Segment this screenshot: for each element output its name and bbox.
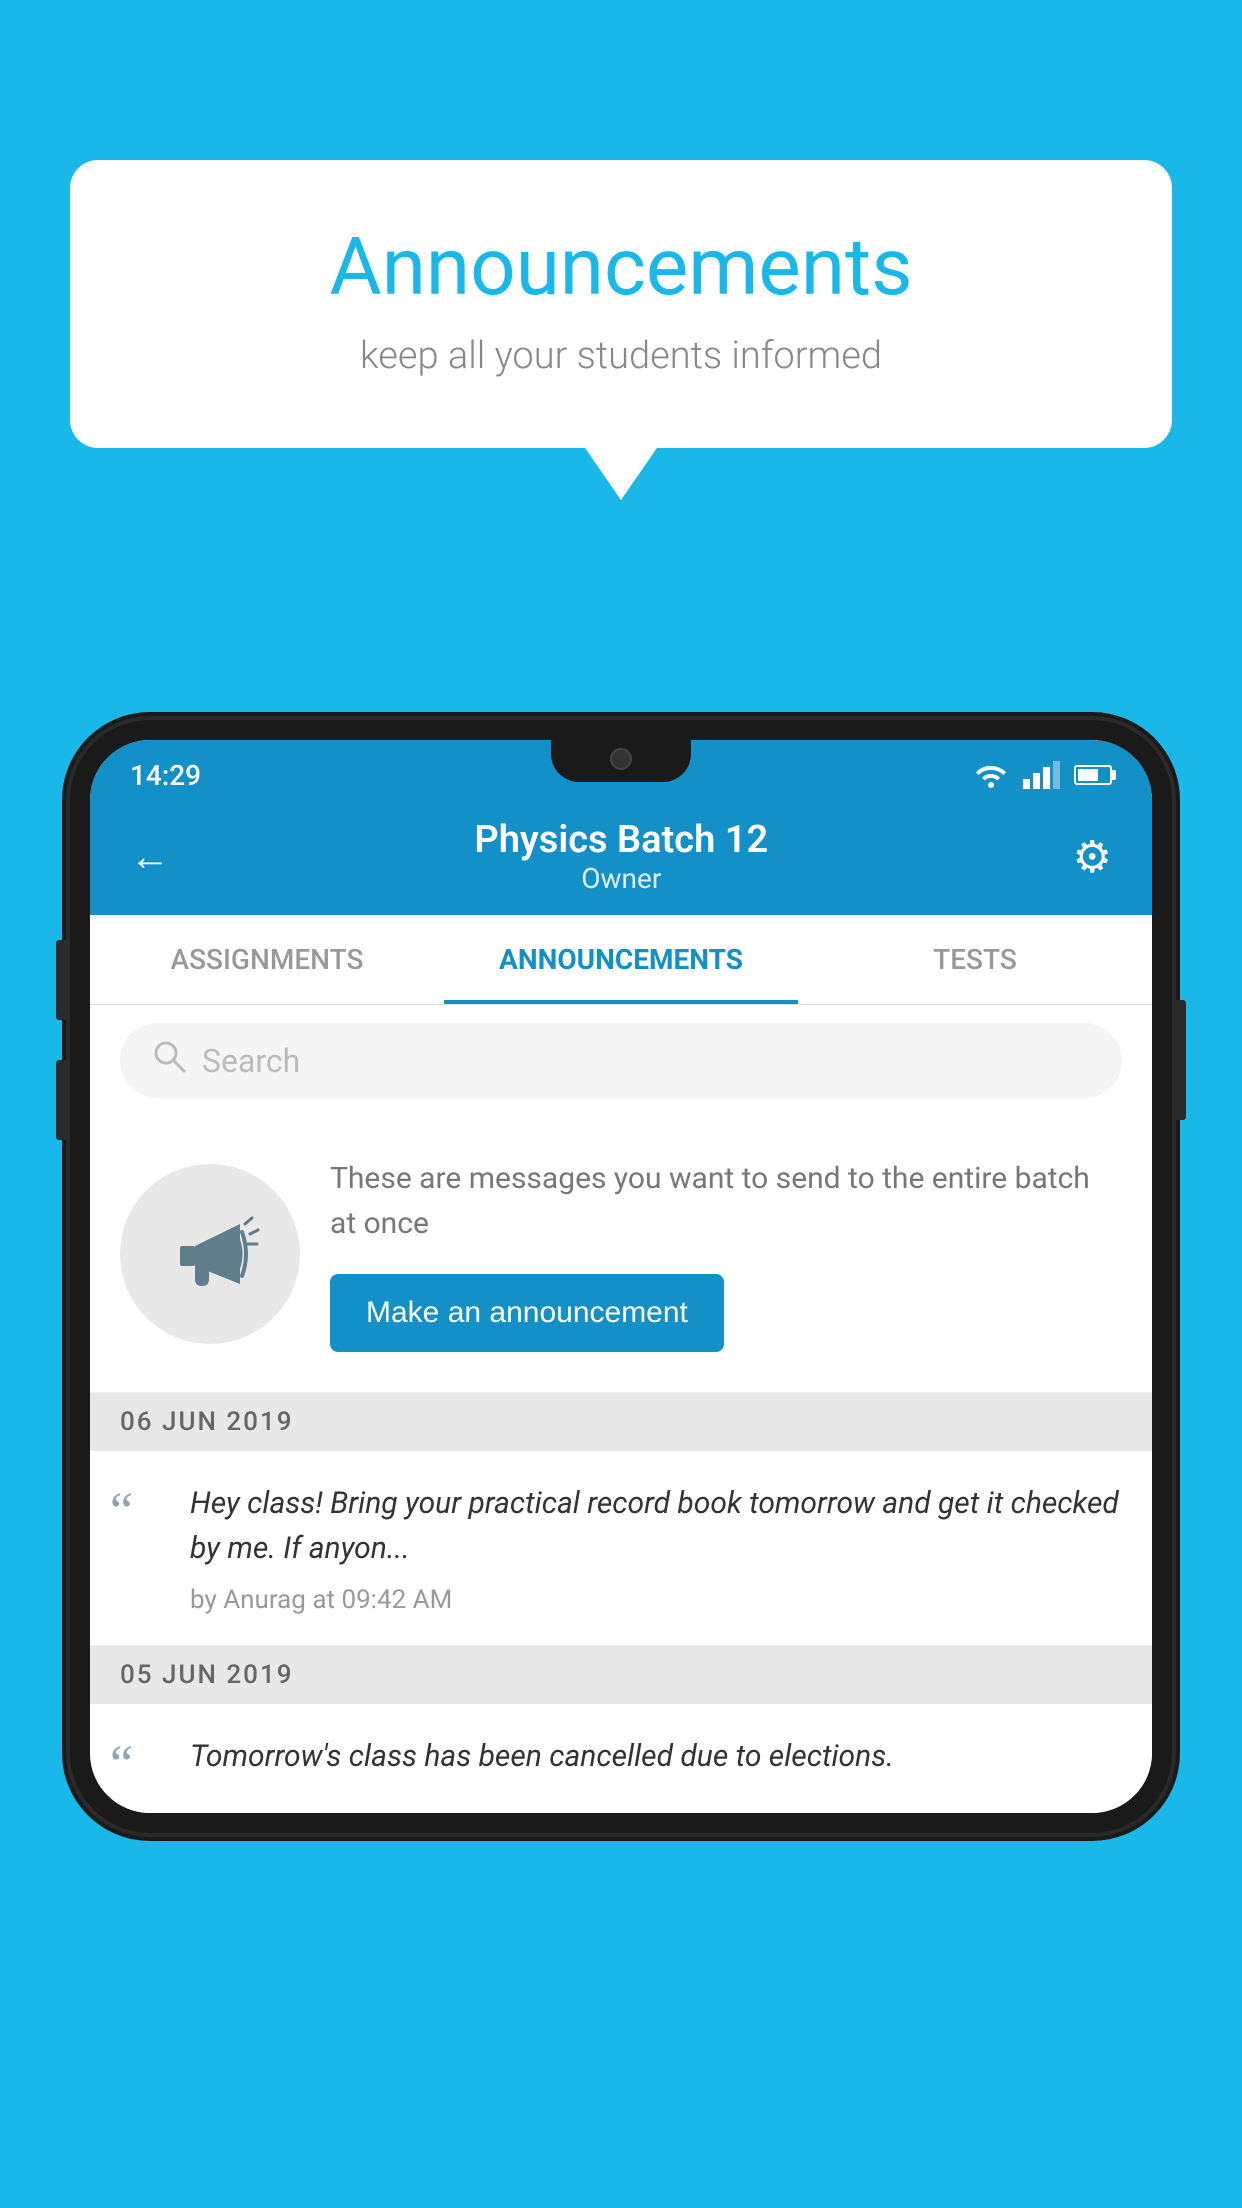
back-button[interactable]: ← [130,833,170,880]
search-placeholder-text: Search [202,1042,300,1080]
make-announcement-button[interactable]: Make an announcement [330,1274,724,1352]
search-container: Search [90,1005,1152,1116]
promo-icon-circle [120,1164,300,1344]
tab-bar: ASSIGNMENTS ANNOUNCEMENTS TESTS [90,915,1152,1005]
announcement-item-1[interactable]: “ Hey class! Bring your practical record… [90,1451,1152,1646]
wifi-icon [973,762,1009,788]
tab-announcements[interactable]: ANNOUNCEMENTS [444,915,798,1004]
phone-camera [610,748,632,770]
announcement-meta-1: by Anurag at 09:42 AM [190,1585,1122,1615]
phone-screen: 14:29 [90,740,1152,1813]
announcement-content-1: Hey class! Bring your practical record b… [190,1481,1122,1615]
promo-content: These are messages you want to send to t… [330,1156,1122,1352]
speech-bubble-container: Announcements keep all your students inf… [70,160,1172,448]
announcement-content-2: Tomorrow's class has been cancelled due … [190,1734,1122,1793]
quote-icon-1: “ [110,1486,170,1538]
header-title-container: Physics Batch 12 Owner [474,818,768,895]
battery-icon [1074,765,1112,785]
phone-mockup: 14:29 [70,720,1172,1833]
phone-button-right [1176,1000,1186,1120]
megaphone-icon [160,1204,260,1304]
status-icons [973,761,1112,789]
phone-notch [551,740,691,782]
announcement-text-1: Hey class! Bring your practical record b… [190,1481,1122,1571]
signal-bars-icon [1023,761,1060,789]
bubble-title: Announcements [150,220,1092,314]
promo-description: These are messages you want to send to t… [330,1156,1122,1246]
search-bar[interactable]: Search [120,1023,1122,1098]
speech-bubble: Announcements keep all your students inf… [70,160,1172,448]
status-time: 14:29 [130,759,201,792]
announcement-item-2[interactable]: “ Tomorrow's class has been cancelled du… [90,1704,1152,1813]
header-owner-label: Owner [474,862,768,895]
promo-area: These are messages you want to send to t… [90,1116,1152,1393]
date-divider-2: 05 JUN 2019 [90,1646,1152,1704]
phone-button-left1 [56,940,66,1020]
phone-container: 14:29 [70,720,1172,2208]
search-icon [152,1039,186,1082]
settings-icon[interactable]: ⚙ [1073,831,1112,883]
tab-tests[interactable]: TESTS [798,915,1152,1004]
app-header: ← Physics Batch 12 Owner ⚙ [90,800,1152,915]
phone-button-left2 [56,1060,66,1140]
quote-icon-2: “ [110,1739,170,1791]
header-batch-title: Physics Batch 12 [474,818,768,862]
bubble-subtitle: keep all your students informed [150,334,1092,378]
date-divider-1: 06 JUN 2019 [90,1393,1152,1451]
tab-assignments[interactable]: ASSIGNMENTS [90,915,444,1004]
announcement-text-2: Tomorrow's class has been cancelled due … [190,1734,1122,1779]
